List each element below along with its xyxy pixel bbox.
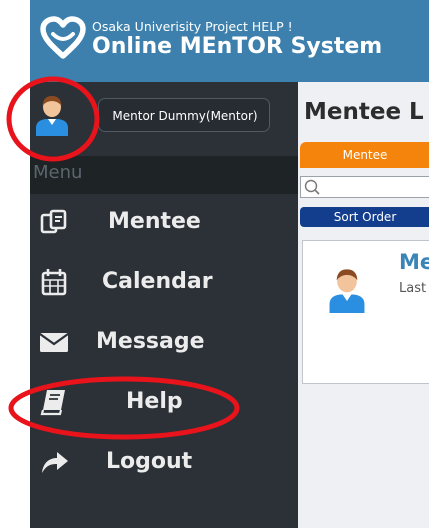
header-subtitle: Osaka Univerisity Project HELP !: [92, 19, 293, 34]
sidebar: Mentor Dummy(Mentor) Menu Mentee Calenda…: [30, 82, 298, 528]
nav-label-calendar: Calendar: [102, 269, 213, 294]
nav-item-calendar[interactable]: Calendar: [30, 256, 298, 312]
sort-order-label: Sort Order: [333, 210, 397, 224]
nav-item-message[interactable]: Message: [30, 316, 298, 372]
outer-margin: [0, 0, 30, 528]
mentee-name: Me: [399, 250, 429, 274]
share-arrow-icon: [42, 452, 68, 473]
user-profile: Mentor Dummy(Mentor): [30, 82, 298, 156]
menu-header: Menu: [30, 156, 298, 194]
menu-label: Menu: [33, 162, 83, 183]
app-window: Osaka Univerisity Project HELP ! Online …: [30, 0, 429, 528]
nav-item-mentee[interactable]: Mentee: [30, 196, 298, 252]
app-header: Osaka Univerisity Project HELP ! Online …: [30, 0, 429, 82]
tab-mentee[interactable]: Mentee: [300, 142, 429, 168]
nav-label-mentee: Mentee: [108, 209, 201, 234]
main-content: Mentee L Mentee Sort Order Me Last: [298, 82, 429, 528]
tab-mentee-label: Mentee: [342, 148, 388, 162]
user-avatar-icon[interactable]: [34, 92, 70, 136]
mentee-card[interactable]: Me Last: [302, 240, 429, 384]
user-name: Mentor Dummy(Mentor): [112, 109, 258, 123]
search-icon: [304, 179, 320, 195]
book-icon: [40, 390, 65, 416]
search-input[interactable]: [300, 176, 429, 198]
page-title: Mentee L: [304, 99, 424, 125]
calendar-icon: [41, 269, 67, 296]
mentee-avatar-icon: [329, 269, 365, 313]
nav-label-message: Message: [96, 329, 205, 354]
envelope-icon: [39, 333, 69, 352]
mentee-last-login: Last: [399, 281, 427, 296]
sort-order-button[interactable]: Sort Order: [300, 207, 429, 227]
nav-label-help: Help: [126, 389, 183, 414]
mentee-icon: [40, 209, 67, 234]
heart-logo-icon: [40, 16, 86, 59]
user-name-button[interactable]: Mentor Dummy(Mentor): [98, 98, 270, 132]
nav-item-logout[interactable]: Logout: [30, 436, 298, 492]
nav-label-logout: Logout: [106, 449, 193, 474]
header-title: Online MEnTOR System: [92, 34, 383, 59]
nav-item-help[interactable]: Help: [30, 376, 298, 432]
